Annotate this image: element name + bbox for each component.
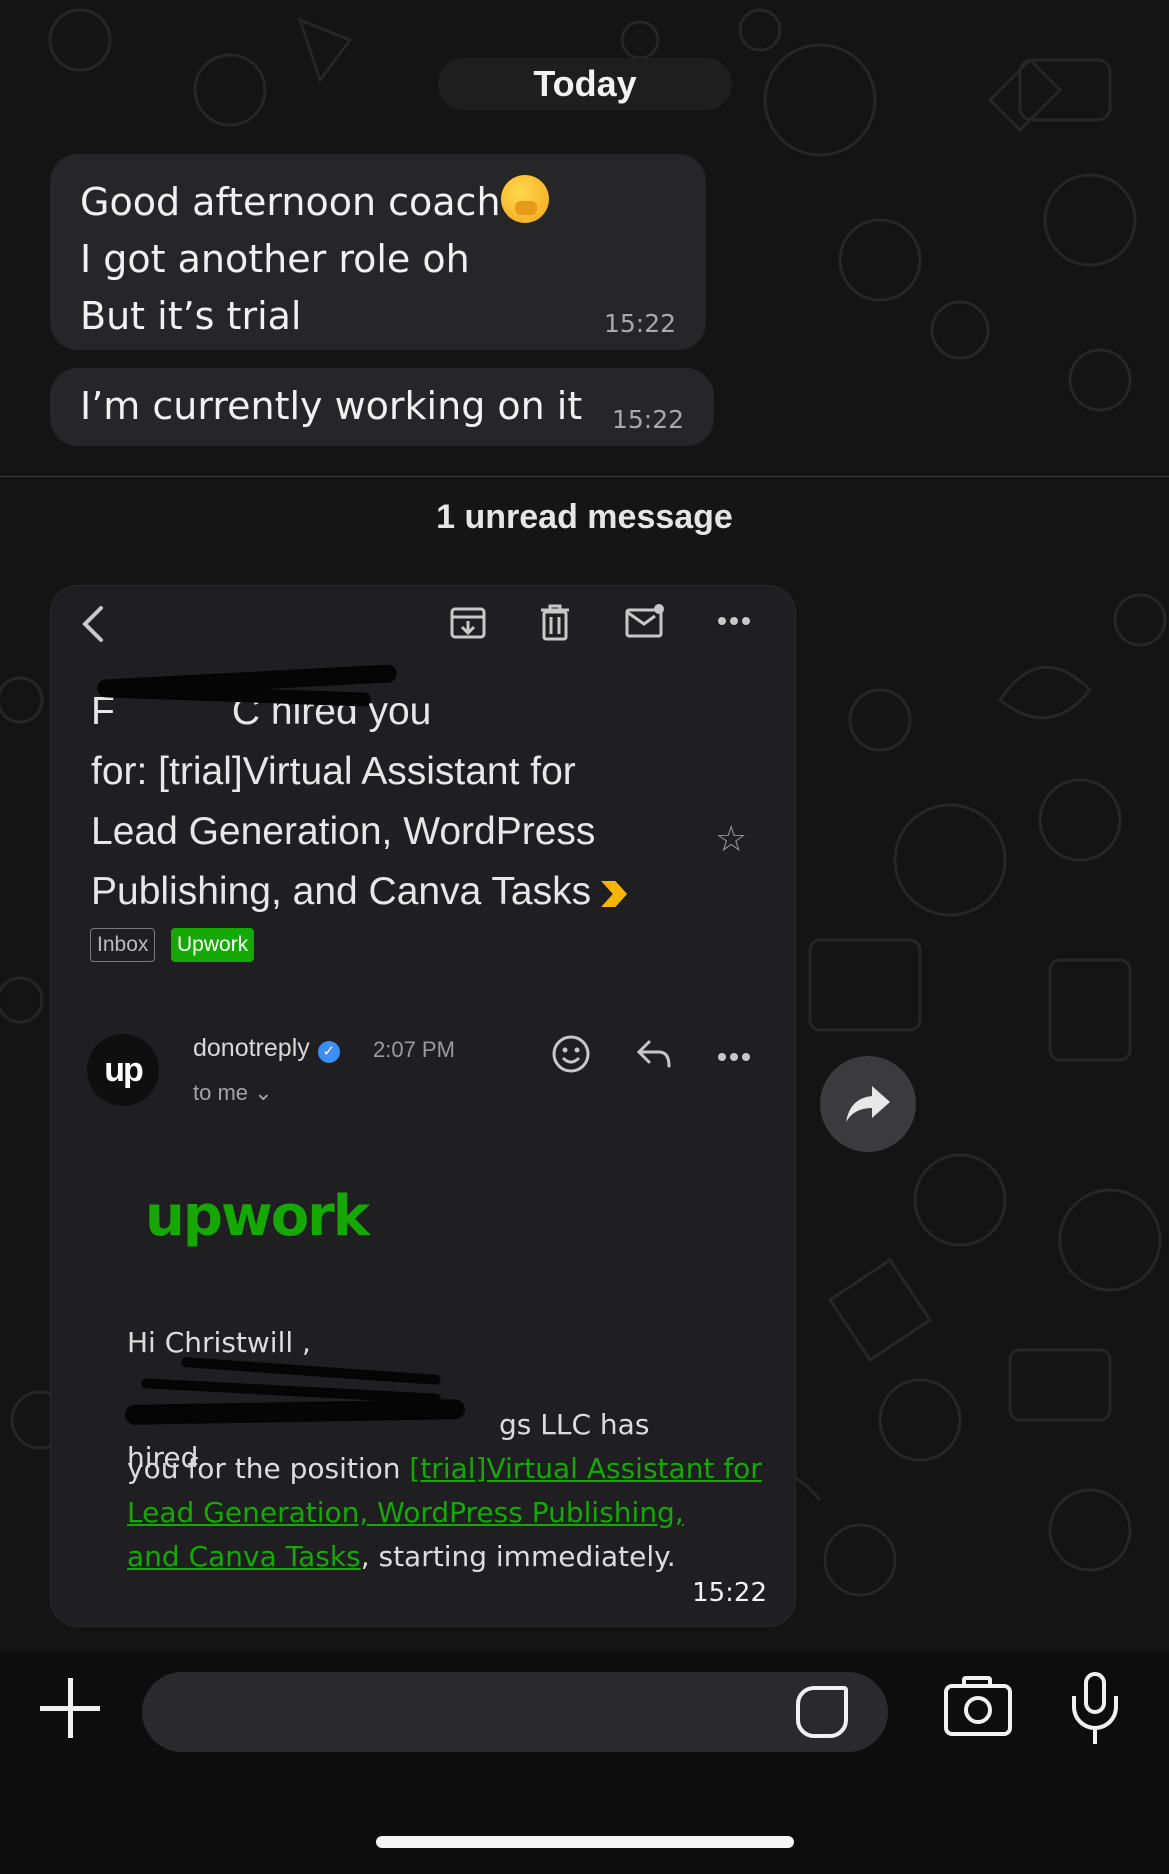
forward-button[interactable]: [820, 1056, 916, 1152]
avatar[interactable]: up: [87, 1034, 159, 1106]
microphone-icon[interactable]: [1072, 1672, 1118, 1744]
sender-name: donotreply ✓: [193, 1034, 340, 1063]
email-body-text: , starting immediately.: [360, 1540, 676, 1573]
email-subject-line: for: [trial]Virtual Assistant for: [91, 750, 576, 793]
chevron-down-icon: ⌄: [254, 1080, 273, 1105]
email-subject-line: Publishing, and Canva Tasks: [91, 862, 651, 922]
message-line: I got another role oh: [80, 237, 470, 281]
email-body-line: Lead Generation, WordPress Publishing,: [127, 1496, 684, 1529]
forward-icon: [846, 1086, 890, 1122]
incoming-message-bubble[interactable]: Good afternoon coach I got another role …: [50, 154, 706, 350]
job-link[interactable]: Lead Generation, WordPress Publishing,: [127, 1496, 684, 1529]
date-separator-label: Today: [533, 63, 637, 104]
sender-name-text: donotreply: [193, 1034, 310, 1062]
upwork-logo: upwork: [145, 1184, 370, 1249]
more-icon[interactable]: [717, 616, 751, 626]
job-link[interactable]: and Canva Tasks: [127, 1540, 361, 1573]
sticker-icon[interactable]: [796, 1686, 848, 1738]
message-timestamp: 15:22: [603, 309, 676, 338]
recipient-text: to me: [193, 1080, 249, 1105]
star-icon[interactable]: ☆: [715, 818, 747, 860]
message-text: Good afternoon coach: [80, 180, 501, 224]
message-line: But it’s trial: [80, 294, 302, 338]
email-subject: F C hired you for: [trial]Virtual Assist…: [91, 682, 651, 922]
message-line: Good afternoon coach: [80, 174, 549, 231]
email-greeting: Hi Christwill ,: [127, 1326, 311, 1359]
important-icon: [601, 881, 628, 907]
avatar-text: up: [104, 1050, 144, 1089]
mic-arc: [1072, 1696, 1118, 1730]
unread-banner: 1 unread message: [0, 477, 1169, 557]
label-inbox[interactable]: Inbox: [90, 928, 156, 962]
mic-stem: [1093, 1730, 1097, 1744]
message-line: I’m currently working on it: [80, 384, 583, 428]
email-subject-text: Publishing, and Canva Tasks: [91, 870, 592, 913]
camera-icon[interactable]: [944, 1676, 1012, 1736]
email-body-line: and Canva Tasks, starting immediately.: [127, 1540, 676, 1573]
email-subject-line: Lead Generation, WordPress: [91, 810, 596, 853]
home-indicator: [376, 1836, 794, 1848]
reply-icon[interactable]: [635, 1038, 673, 1072]
incoming-message-bubble[interactable]: I’m currently working on it 15:22: [50, 368, 714, 446]
message-timestamp: 15:22: [611, 405, 684, 434]
date-separator: Today: [438, 58, 732, 110]
back-arrow-icon[interactable]: [79, 604, 105, 644]
job-link[interactable]: [trial]Virtual Assistant for: [409, 1452, 761, 1485]
label-upwork[interactable]: Upwork: [171, 928, 255, 962]
mark-unread-icon[interactable]: [625, 602, 665, 640]
recipient-dropdown[interactable]: to me ⌄: [193, 1080, 273, 1106]
unread-banner-label: 1 unread message: [436, 497, 733, 536]
message-input[interactable]: [142, 1672, 888, 1752]
send-time: 2:07 PM: [373, 1037, 455, 1062]
emoji-icon[interactable]: [551, 1034, 591, 1074]
email-body-text: you for the position: [127, 1452, 410, 1485]
message-timestamp: 15:22: [692, 1578, 767, 1608]
more-icon[interactable]: [717, 1052, 751, 1062]
face-with-hand-over-mouth-emoji-icon: [500, 175, 549, 223]
redaction-scribble: [180, 1356, 442, 1386]
archive-icon[interactable]: [449, 604, 487, 642]
trash-icon[interactable]: [539, 604, 571, 642]
email-body-line: you for the position [trial]Virtual Assi…: [127, 1452, 762, 1485]
image-message-bubble[interactable]: F C hired you for: [trial]Virtual Assist…: [50, 585, 796, 1627]
verified-icon: ✓: [317, 1041, 340, 1063]
plus-icon[interactable]: [38, 1676, 102, 1740]
